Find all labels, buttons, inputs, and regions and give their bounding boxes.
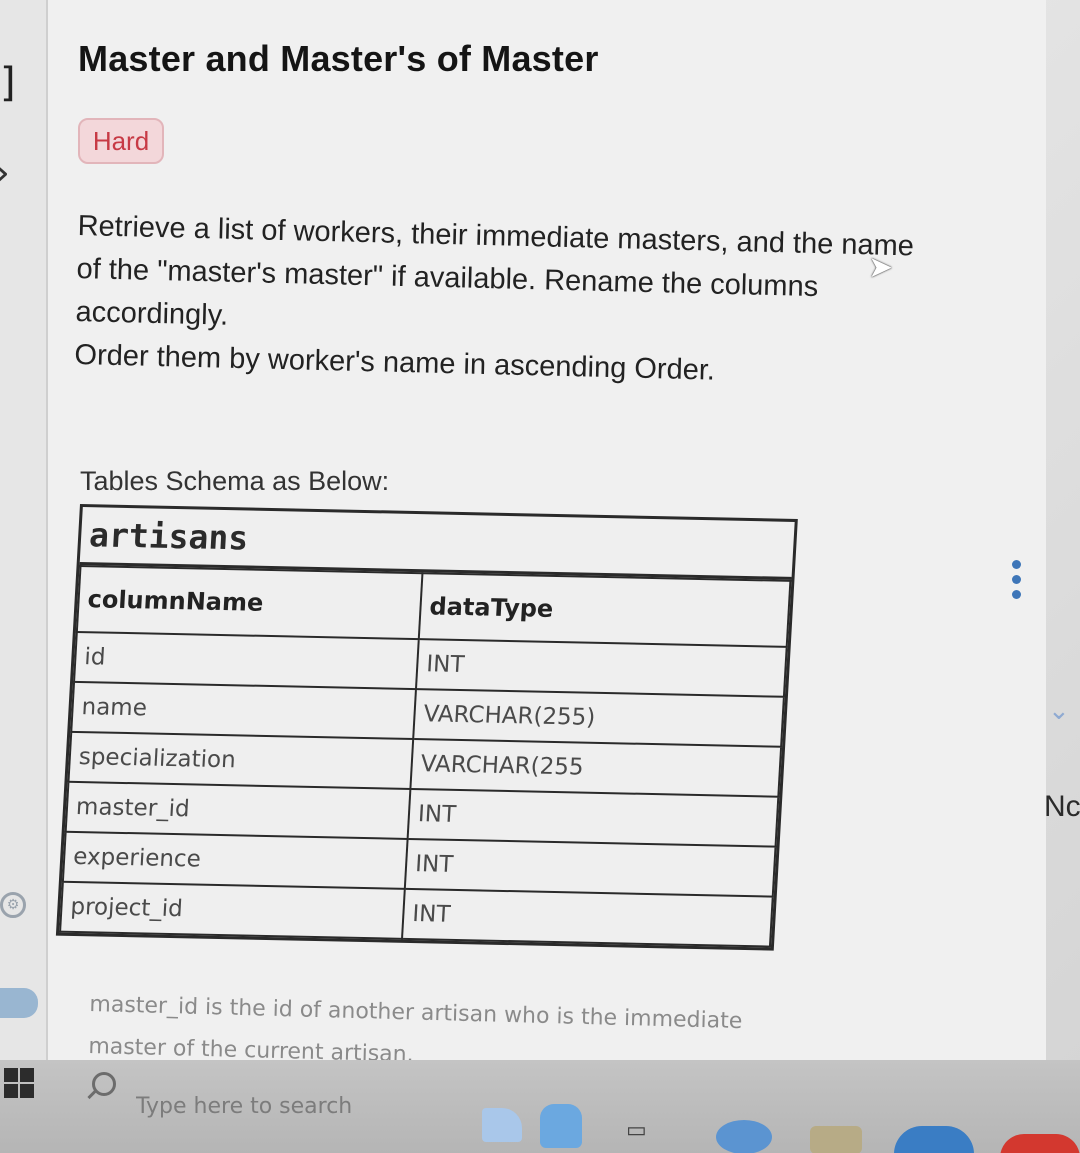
taskbar-app-icon[interactable] — [716, 1120, 772, 1153]
cell-column-name: specialization — [68, 731, 414, 789]
cell-column-name: master_id — [65, 781, 411, 839]
problem-description: Retrieve a list of workers, their immedi… — [74, 210, 1018, 407]
cell-data-type: INT — [407, 788, 779, 847]
cell-column-name: experience — [62, 831, 408, 889]
windows-start-icon[interactable] — [4, 1068, 34, 1098]
bracket-icon[interactable]: ] — [0, 60, 16, 106]
chevron-down-icon[interactable]: ⌄ — [1048, 696, 1070, 726]
schema-label: Tables Schema as Below: — [80, 466, 390, 496]
chevron-right-icon[interactable]: › — [0, 150, 10, 196]
taskbar-app-icon[interactable] — [1000, 1134, 1080, 1153]
rail-app-icon[interactable] — [0, 988, 38, 1018]
kebab-menu-icon[interactable] — [1012, 560, 1022, 605]
description-line: Order them by worker's name in ascending… — [74, 338, 716, 387]
page-title: Master and Master's of Master — [78, 38, 599, 79]
left-rail: ] › ⚙ — [0, 0, 48, 1153]
cell-data-type: INT — [402, 888, 773, 947]
cell-column-name: project_id — [60, 881, 405, 939]
mouse-cursor-icon: ➤ — [868, 250, 894, 285]
cell-data-type: VARCHAR(255) — [413, 689, 784, 747]
difficulty-badge: Hard — [78, 118, 164, 164]
cell-column-name: id — [74, 631, 419, 690]
cell-data-type: INT — [404, 838, 776, 897]
gear-icon[interactable]: ⚙ — [0, 892, 26, 918]
taskbar-app-icon[interactable] — [540, 1104, 582, 1148]
cell-data-type: INT — [415, 639, 787, 697]
cell-data-type: VARCHAR(255 — [410, 739, 782, 797]
taskbar-search-input[interactable] — [136, 1086, 516, 1126]
taskbar-app-icon[interactable] — [482, 1108, 522, 1142]
column-header: dataType — [418, 573, 791, 647]
side-panel-label: Nc — [1044, 790, 1080, 823]
cell-column-name: name — [71, 681, 416, 740]
screen: ] › ⚙ Master and Master's of Master Hard… — [0, 0, 1080, 1153]
search-icon — [92, 1072, 116, 1096]
taskbar-app-icon[interactable] — [810, 1126, 862, 1153]
column-header: columnName — [76, 566, 423, 640]
taskview-icon[interactable]: ▭ — [626, 1118, 660, 1143]
schema-table: artisans columnName dataType id INT name… — [55, 504, 798, 951]
schema-grid: columnName dataType id INT name VARCHAR(… — [59, 565, 791, 948]
taskbar-app-icon[interactable] — [894, 1126, 974, 1153]
